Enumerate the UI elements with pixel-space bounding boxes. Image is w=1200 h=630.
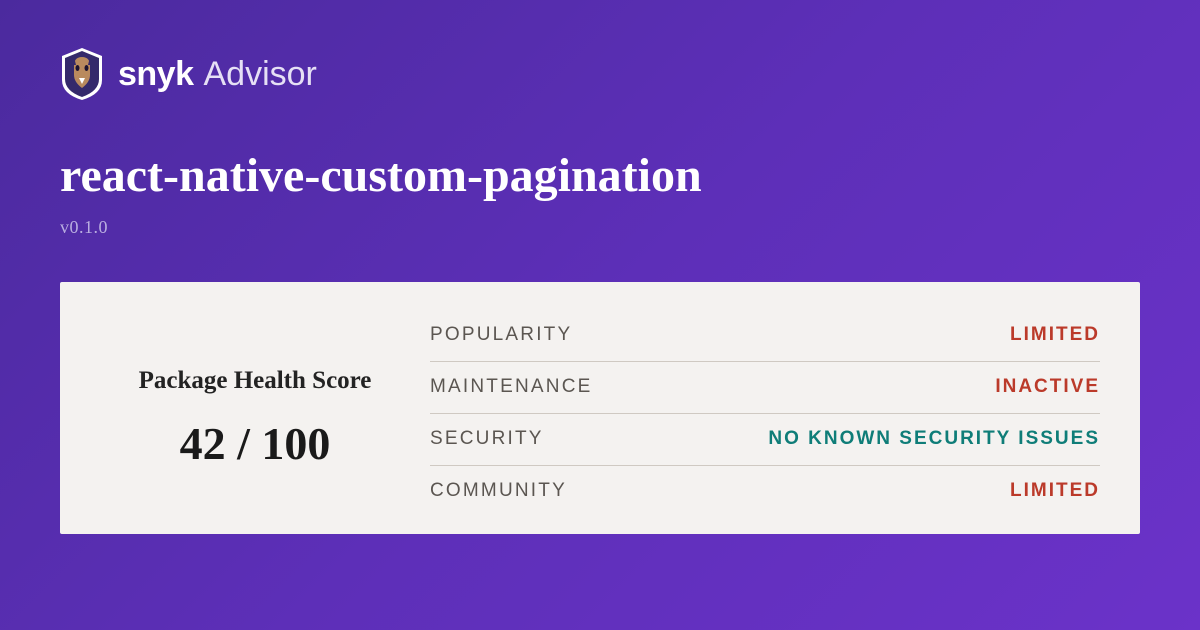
metrics-list: POPULARITY LIMITED MAINTENANCE INACTIVE … [430, 310, 1100, 526]
metric-row: POPULARITY LIMITED [430, 310, 1100, 362]
package-name: react-native-custom-pagination [60, 148, 1140, 203]
metric-row: MAINTENANCE INACTIVE [430, 362, 1100, 414]
metric-label: SECURITY [430, 428, 544, 450]
score-value: 42 / 100 [180, 417, 331, 470]
score-label: Package Health Score [139, 367, 372, 395]
metric-value: INACTIVE [995, 376, 1100, 398]
metric-label: COMMUNITY [430, 480, 567, 502]
snyk-logo-icon [60, 48, 104, 100]
metric-row: SECURITY NO KNOWN SECURITY ISSUES [430, 414, 1100, 466]
brand-name-light: Advisor [204, 55, 317, 94]
health-card: Package Health Score 42 / 100 POPULARITY… [60, 282, 1140, 534]
metric-label: POPULARITY [430, 324, 572, 346]
metric-label: MAINTENANCE [430, 376, 593, 398]
metric-value: LIMITED [1010, 480, 1100, 502]
metric-value: LIMITED [1010, 324, 1100, 346]
package-version: v0.1.0 [60, 217, 1140, 238]
brand-header: snyk Advisor [60, 48, 1140, 100]
brand-name-bold: snyk [118, 55, 194, 94]
metric-value: NO KNOWN SECURITY ISSUES [768, 428, 1100, 450]
metric-row: COMMUNITY LIMITED [430, 466, 1100, 517]
